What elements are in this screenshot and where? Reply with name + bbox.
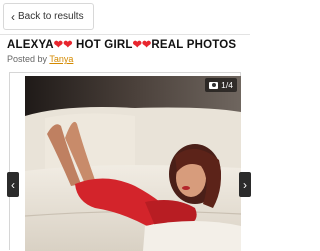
chevron-left-icon: ‹ xyxy=(11,177,15,192)
camera-icon xyxy=(209,81,219,89)
back-to-results-button[interactable]: ‹ Back to results xyxy=(3,3,94,30)
photo-image xyxy=(25,76,241,251)
heart-icon: ❤ xyxy=(53,39,64,51)
heart-icon: ❤ xyxy=(142,39,152,51)
author-link[interactable]: Tanya xyxy=(49,54,73,64)
top-bar: ‹ Back to results xyxy=(0,0,250,35)
previous-photo-button[interactable]: ‹ xyxy=(7,172,19,197)
heart-icon: ❤ xyxy=(132,39,142,51)
post-title: ALEXYA❤❤ HOT GIRL❤❤REAL PHOTOS xyxy=(7,39,237,51)
back-button-label: Back to results xyxy=(18,11,84,22)
posted-by: Posted by Tanya xyxy=(7,54,74,64)
heart-icon: ❤ xyxy=(63,39,73,51)
chevron-right-icon: › xyxy=(243,177,247,192)
photo-gallery: 1/4 xyxy=(9,72,241,251)
gallery-photo[interactable]: 1/4 xyxy=(25,76,241,251)
photo-counter: 1/4 xyxy=(205,78,237,92)
next-photo-button[interactable]: › xyxy=(239,172,251,197)
chevron-left-icon: ‹ xyxy=(11,9,15,24)
